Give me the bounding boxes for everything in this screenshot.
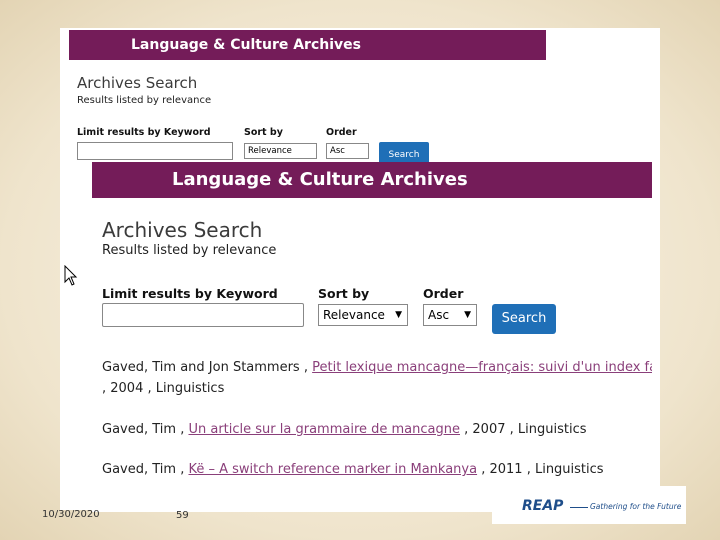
sort-select-value: Relevance [323, 308, 385, 322]
order-label: Order [423, 286, 464, 301]
keyword-input[interactable] [102, 303, 304, 327]
sort-label: Sort by [244, 127, 283, 138]
reap-logo: REAP Gathering for the Future [492, 486, 686, 524]
result-item-continued: , 2004 , Linguistics [102, 381, 224, 396]
logo-divider [570, 507, 588, 508]
site-banner: Language & Culture Archives [69, 30, 546, 60]
slide-date: 10/30/2020 [42, 509, 100, 520]
page-subtitle: Results listed by relevance [102, 243, 277, 258]
mouse-pointer-icon [64, 265, 78, 286]
result-item: Gaved, Tim , Kë – A switch reference mar… [102, 462, 604, 477]
result-details: , 2004 , Linguistics [102, 381, 225, 396]
chevron-down-icon: ▼ [464, 310, 471, 320]
result-details: , 2011 , Linguistics [481, 462, 604, 477]
archive-screenshot-front: Language & Culture Archives Archives Sea… [92, 162, 652, 512]
archive-screenshot-back: Language & Culture Archives Archives Sea… [69, 30, 546, 170]
order-select-value: Asc [330, 146, 345, 156]
result-authors: Gaved, Tim and Jon Stammers , [102, 360, 308, 375]
logo-tagline: Gathering for the Future [590, 502, 682, 511]
order-select-value: Asc [428, 308, 450, 322]
sort-select[interactable]: Relevance ▼ [318, 304, 408, 326]
slide-number: 59 [176, 510, 189, 521]
keyword-label: Limit results by Keyword [102, 286, 278, 301]
sort-label: Sort by [318, 286, 370, 301]
page-subtitle: Results listed by relevance [77, 95, 212, 106]
result-authors: Gaved, Tim , [102, 462, 185, 477]
order-select[interactable]: Asc ▼ [423, 304, 477, 326]
order-label: Order [326, 127, 357, 138]
result-authors: Gaved, Tim , [102, 422, 185, 437]
result-details: , 2007 , Linguistics [464, 422, 587, 437]
search-button[interactable]: Search [492, 304, 556, 334]
result-item: Gaved, Tim , Un article sur la grammaire… [102, 422, 587, 437]
result-item: Gaved, Tim and Jon Stammers , Petit lexi… [102, 360, 652, 375]
result-link[interactable]: Kë – A switch reference marker in Mankan… [188, 462, 477, 477]
order-select[interactable]: Asc [326, 143, 369, 159]
page-title: Archives Search [102, 218, 263, 242]
result-link[interactable]: Un article sur la grammaire de mancagne [188, 422, 460, 437]
logo-wordmark: REAP [522, 498, 564, 514]
sort-select-value: Relevance [248, 146, 292, 156]
search-button[interactable]: Search [379, 142, 429, 164]
page-title: Archives Search [77, 74, 198, 92]
keyword-label: Limit results by Keyword [77, 127, 211, 138]
keyword-input[interactable] [77, 142, 233, 160]
site-banner: Language & Culture Archives [92, 162, 652, 198]
sort-select[interactable]: Relevance [244, 143, 317, 159]
chevron-down-icon: ▼ [395, 310, 402, 320]
result-link[interactable]: Petit lexique mancagne—français: suivi d… [312, 360, 652, 375]
